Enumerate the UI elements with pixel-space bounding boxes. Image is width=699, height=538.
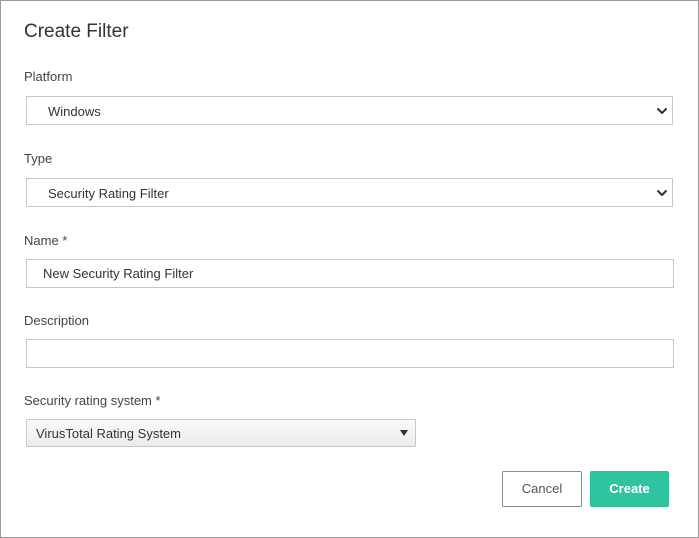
name-input[interactable] xyxy=(26,259,674,288)
cancel-button[interactable]: Cancel xyxy=(502,471,582,507)
rating-system-label: Security rating system * xyxy=(24,393,161,408)
type-select-value: Security Rating Filter xyxy=(48,186,169,201)
dialog-title: Create Filter xyxy=(24,21,129,42)
chevron-down-icon xyxy=(657,190,667,196)
chevron-down-icon xyxy=(657,108,667,114)
name-label: Name * xyxy=(24,233,68,248)
type-label: Type xyxy=(24,151,53,166)
create-filter-dialog: Create Filter Platform Windows Type Secu… xyxy=(0,0,699,538)
create-button[interactable]: Create xyxy=(590,471,669,507)
caret-down-icon xyxy=(400,430,408,436)
rating-system-select[interactable]: VirusTotal Rating System xyxy=(26,419,416,447)
platform-label: Platform xyxy=(24,69,73,84)
type-select[interactable]: Security Rating Filter xyxy=(26,178,673,207)
description-input[interactable] xyxy=(26,339,674,368)
description-label: Description xyxy=(24,313,90,328)
platform-select-value: Windows xyxy=(48,104,101,119)
platform-select[interactable]: Windows xyxy=(26,96,673,125)
rating-system-select-value: VirusTotal Rating System xyxy=(36,426,181,441)
